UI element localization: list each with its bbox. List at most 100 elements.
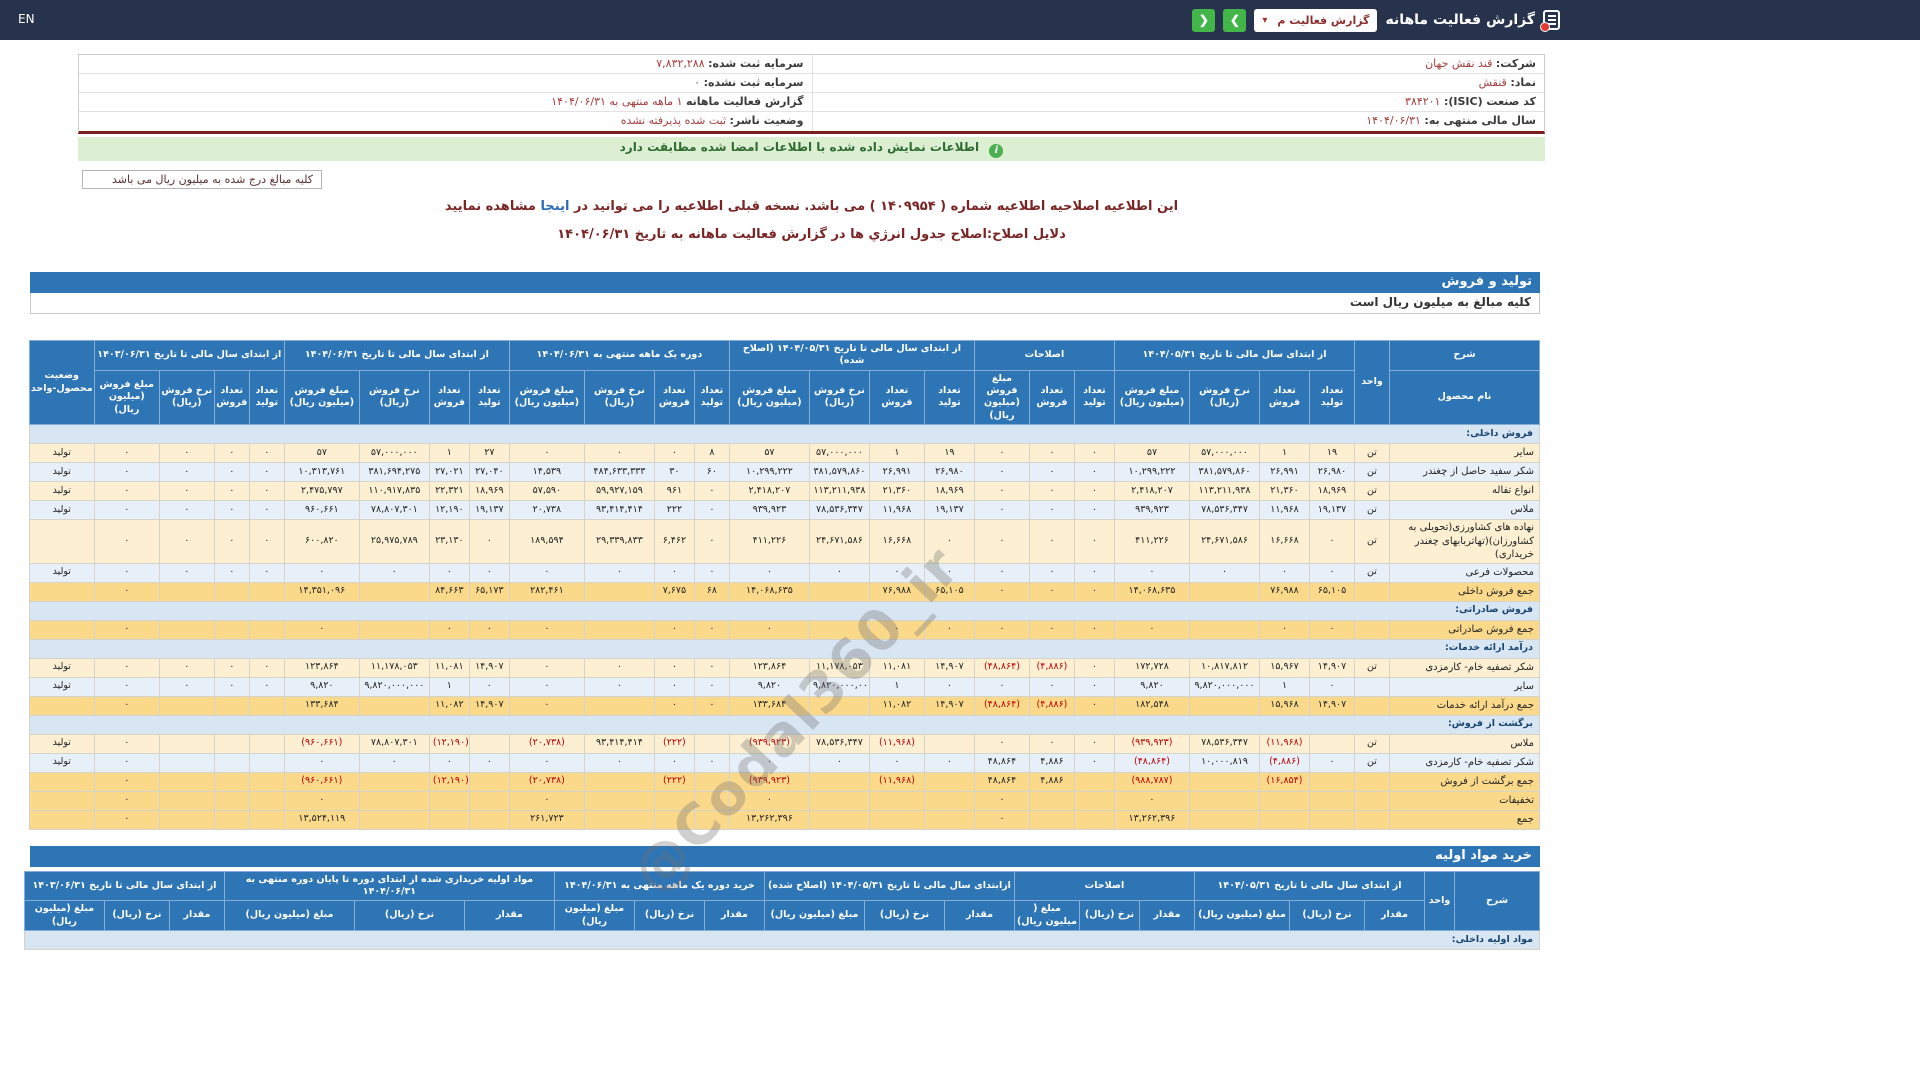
col-sub: تعداد فروش [869, 370, 924, 424]
product-name: جمع [1390, 810, 1540, 829]
value-cell [1074, 772, 1114, 791]
value-cell: ۰ [1074, 658, 1114, 677]
table-row: انواع تفالهتن۱۸,۹۶۹۲۱,۳۶۰۱۱۳,۲۱۱,۹۳۸۲,۴۱… [29, 482, 1539, 501]
value-cell [924, 810, 974, 829]
isic-cell: کد صنعت (ISIC): ۳۸۴۲۰۱ [812, 93, 1545, 111]
value-cell [359, 696, 429, 715]
unit-cell: تن [1355, 482, 1390, 501]
value-cell: ۳۸۱,۵۷۹,۸۶۰ [1190, 463, 1260, 482]
prev-report-button[interactable]: ❮ [1192, 9, 1215, 32]
value-cell: ۰ [729, 620, 809, 639]
value-cell [1190, 810, 1260, 829]
value-cell: ۹۳,۴۱۴,۴۱۴ [584, 734, 654, 753]
value-cell: ۰ [974, 791, 1029, 810]
value-cell: ۰ [654, 563, 694, 582]
value-cell [924, 734, 974, 753]
value-cell: ۰ [429, 563, 469, 582]
product-name: تخفیفات [1390, 791, 1540, 810]
value-cell [809, 791, 869, 810]
status-cell [29, 772, 94, 791]
value-cell: ۰ [974, 810, 1029, 829]
value-cell [249, 620, 284, 639]
previous-version-link[interactable]: اینجا [541, 199, 570, 214]
table-row: شکر تصفیه خام- کارمزدیتن۰(۴,۸۸۶)۱۰,۰۰۰,۸… [29, 753, 1539, 772]
value-cell [469, 772, 509, 791]
col-sub: تعداد تولید [249, 370, 284, 424]
value-cell: ۰ [249, 463, 284, 482]
value-cell [214, 810, 249, 829]
value-cell: ۰ [1074, 677, 1114, 696]
col-sub: نرخ (ریال) [1290, 901, 1365, 931]
col-sub: نرخ فروش (ریال) [159, 370, 214, 424]
value-cell: ۴۸۴,۶۳۳,۳۳۳ [584, 463, 654, 482]
value-cell [214, 772, 249, 791]
value-cell: ۰ [1029, 734, 1074, 753]
value-cell: ۷۶,۹۸۸ [869, 582, 924, 601]
col-sub: مقدار [1140, 901, 1195, 931]
next-report-button[interactable]: ❯ [1223, 9, 1246, 32]
value-cell [159, 620, 214, 639]
section-row: برگشت از فروش: [29, 715, 1539, 734]
value-cell: ۱۱,۱۷۸,۰۵۳ [809, 658, 869, 677]
value-cell: ۲۷,۰۴۰ [469, 463, 509, 482]
col-sub: مبلغ فروش (میلیون ریال) [1114, 370, 1189, 424]
value-cell: ۹,۸۲۰ [284, 677, 359, 696]
value-cell: ۰ [809, 563, 869, 582]
value-cell: ۰ [94, 772, 159, 791]
value-cell: ۰ [94, 810, 159, 829]
product-name: جمع برگشت از فروش [1390, 772, 1540, 791]
value-cell [249, 791, 284, 810]
value-cell: ۱۸,۹۶۹ [924, 482, 974, 501]
value-cell: ۰ [1310, 620, 1355, 639]
value-cell: ۰ [729, 753, 809, 772]
value-cell: ۰ [654, 658, 694, 677]
value-cell: ۱۱,۹۶۸ [1260, 501, 1310, 520]
amounts-unit-note: کلیه مبالغ به میلیون ریال است [30, 293, 1540, 314]
ticker-cell: نماد: قنقش [812, 74, 1545, 92]
col-sub: مقدار [704, 901, 764, 931]
report-type-dropdown[interactable]: گزارش فعالیت م ▾ [1254, 9, 1377, 32]
value-cell: ۱ [1260, 677, 1310, 696]
unit-cell [1355, 772, 1390, 791]
value-cell: ۰ [1029, 501, 1074, 520]
value-cell: ۰ [94, 482, 159, 501]
report-icon [1543, 10, 1560, 30]
product-name: سایر [1390, 444, 1540, 463]
value-cell: ۰ [694, 520, 729, 564]
value-cell: ۱۱,۰۸۱ [429, 658, 469, 677]
value-cell: ۰ [1029, 563, 1074, 582]
topbar-controls: گزارش فعالیت ماهانه گزارش فعالیت م ▾ ❯ ❮ [1192, 9, 1560, 32]
value-cell: ۵۹,۹۲۷,۱۵۹ [584, 482, 654, 501]
value-cell: ۰ [509, 791, 584, 810]
value-cell: ۰ [694, 563, 729, 582]
value-cell: ۰ [469, 677, 509, 696]
value-cell: ۰ [1029, 482, 1074, 501]
value-cell: ۰ [924, 563, 974, 582]
company-name-cell: شرکت: قند نقش جهان [812, 55, 1545, 73]
language-toggle[interactable]: EN [18, 12, 35, 26]
value-cell [1190, 791, 1260, 810]
value-cell: (۲۰,۷۳۸) [509, 772, 584, 791]
col-group: مواد اولیه خریداری شده از ابتدای دوره تا… [224, 871, 554, 901]
value-cell [809, 620, 869, 639]
value-cell: ۰ [159, 563, 214, 582]
unregistered-capital-value: ۰ [694, 76, 700, 89]
value-cell: ۰ [94, 753, 159, 772]
value-cell: ۱۹,۱۳۷ [469, 501, 509, 520]
value-cell: ۴۸,۸۶۴ [974, 772, 1029, 791]
value-cell: ۵۷,۵۹۰ [509, 482, 584, 501]
value-cell: ۹۶۰,۶۶۱ [284, 501, 359, 520]
amendment-text-post: مشاهده نمایید [445, 199, 541, 214]
status-cell: تولید [29, 501, 94, 520]
value-cell: ۰ [1260, 620, 1310, 639]
col-desc: شرح [1455, 871, 1540, 930]
value-cell: ۱۹ [924, 444, 974, 463]
value-cell [869, 791, 924, 810]
value-cell [809, 772, 869, 791]
col-sub: تعداد تولید [469, 370, 509, 424]
col-sub: مبلغ فروش (میلیون ریال) [284, 370, 359, 424]
value-cell: ۱۱,۰۸۲ [869, 696, 924, 715]
value-cell: ۲,۴۷۵,۷۹۷ [284, 482, 359, 501]
col-sub: تعداد فروش [1260, 370, 1310, 424]
value-cell [249, 772, 284, 791]
